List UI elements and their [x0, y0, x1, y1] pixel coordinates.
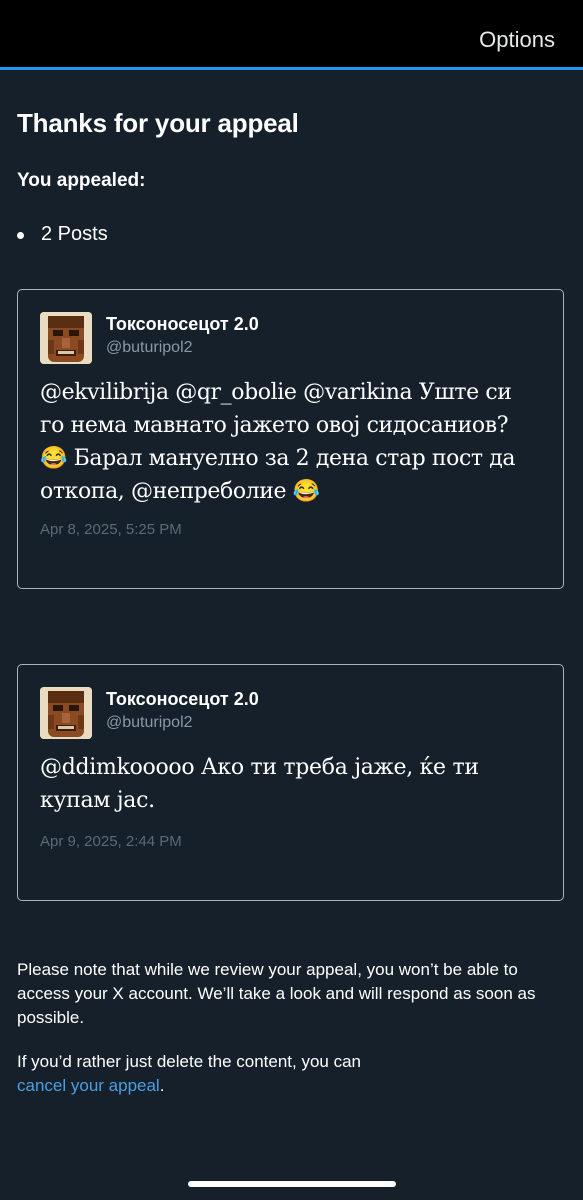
- avatar-face-icon: [40, 687, 92, 739]
- post-handle: @buturipol2: [106, 714, 193, 731]
- bullet-icon: [17, 232, 24, 239]
- post-date: Apr 9, 2025, 2:44 PM: [40, 833, 182, 850]
- post-date: Apr 8, 2025, 5:25 PM: [40, 521, 182, 538]
- review-note: Please note that while we review your ap…: [17, 960, 536, 1027]
- cancel-appeal-link[interactable]: cancel your appeal: [17, 1076, 160, 1095]
- post-author: Токсоносецот 2.0: [106, 314, 259, 334]
- delete-note-period: .: [159, 1076, 165, 1095]
- home-indicator[interactable]: [188, 1181, 396, 1187]
- post-text: @ekvilibrija @qr_obolie @varikina Уште с…: [40, 380, 516, 504]
- post-card: Токсоносецот 2.0 @buturipol2 @ekvilibrij…: [17, 289, 564, 589]
- post-card: Токсоносецот 2.0 @buturipol2 @ddimkooooo…: [17, 664, 564, 901]
- avatar: [40, 687, 92, 739]
- avatar: [40, 312, 92, 364]
- appealed-heading: You appealed:: [17, 170, 146, 191]
- top-bar: Options: [0, 0, 583, 67]
- post-handle: @buturipol2: [106, 339, 193, 356]
- delete-note: If you’d rather just delete the content,…: [17, 1050, 566, 1098]
- post-author: Токсоносецот 2.0: [106, 689, 259, 709]
- delete-note-text: If you’d rather just delete the content,…: [17, 1052, 361, 1071]
- accent-divider: [0, 67, 583, 70]
- page-title: Thanks for your appeal: [17, 108, 299, 138]
- appealed-count: 2 Posts: [41, 223, 108, 245]
- appealed-list-item: 2 Posts: [17, 223, 108, 246]
- avatar-face-icon: [40, 312, 92, 364]
- post-text: @ddimkooooo Ако ти треба јаже, ќе ти куп…: [40, 755, 479, 813]
- options-button[interactable]: Options: [479, 27, 555, 53]
